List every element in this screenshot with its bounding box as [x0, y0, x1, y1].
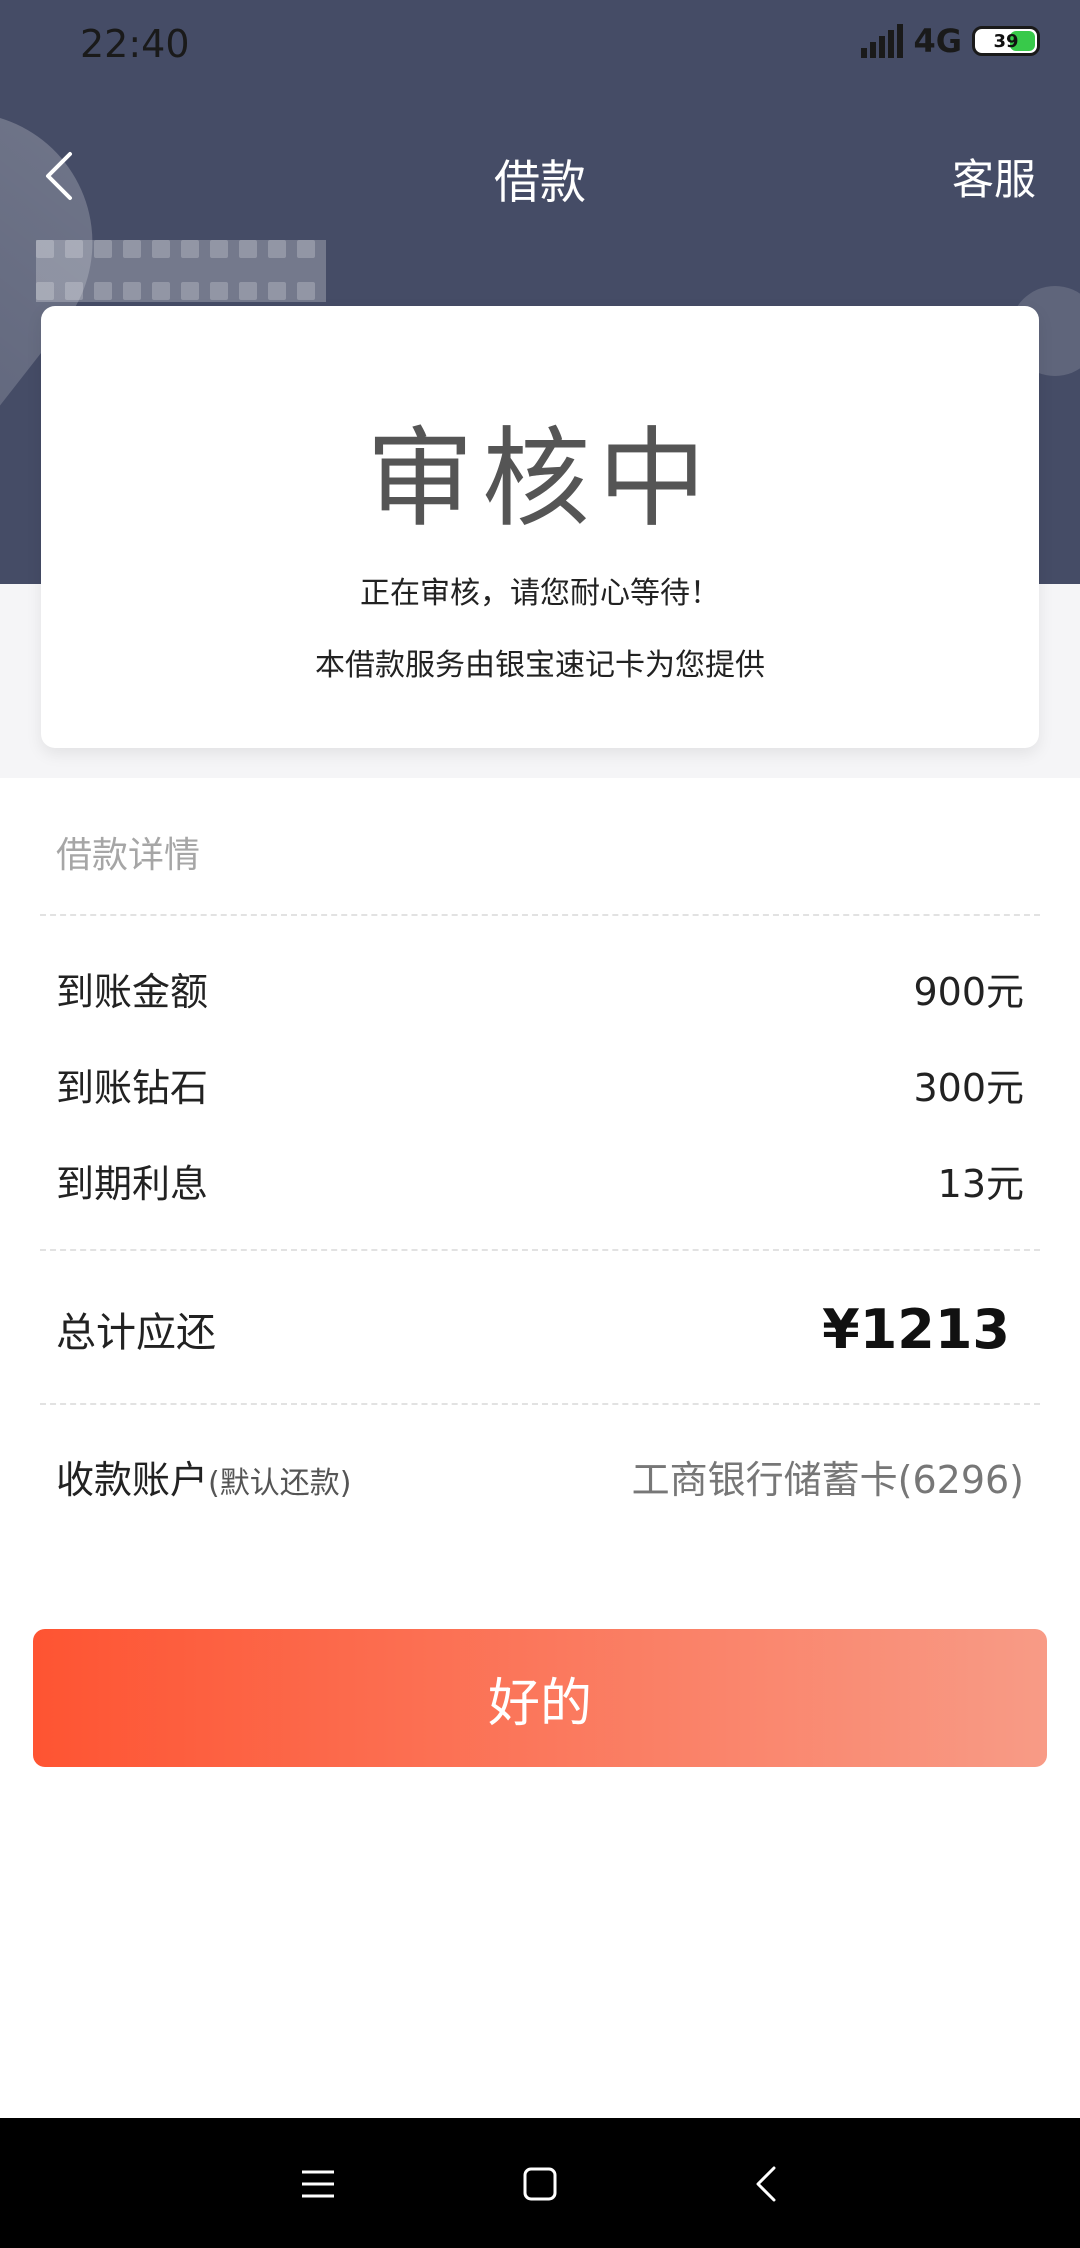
- detail-row-amount: 到账金额 900元: [56, 958, 1024, 1018]
- details-section-title: 借款详情: [56, 835, 201, 876]
- system-navigation-bar: [0, 2118, 1080, 2248]
- account-value: 工商银行储蓄卡(6296): [631, 1457, 1024, 1502]
- review-status-card: 审核中 正在审核，请您耐心等待！ 本借款服务由银宝速记卡为您提供: [41, 306, 1039, 748]
- detail-label: 到期利息: [56, 1161, 209, 1206]
- divider: [40, 1249, 1040, 1251]
- detail-row-interest: 到期利息 13元: [56, 1150, 1024, 1210]
- status-title: 审核中: [365, 417, 714, 542]
- account-row: 收款账户(默认还款) 工商银行储蓄卡(6296): [56, 1444, 1024, 1508]
- account-note: (默认还款): [208, 1465, 352, 1501]
- home-square-icon: [523, 2167, 557, 2201]
- menu-icon: [302, 2170, 334, 2198]
- detail-value: 13元: [937, 1161, 1024, 1206]
- account-label: 收款账户: [56, 1457, 209, 1502]
- detail-value: 900元: [913, 969, 1024, 1014]
- provider-text: 本借款服务由银宝速记卡为您提供: [315, 648, 765, 683]
- battery-icon: 39: [972, 26, 1040, 56]
- page-title: 借款: [494, 155, 586, 209]
- total-value: ¥1213: [822, 1297, 1010, 1361]
- total-label: 总计应还: [56, 1310, 216, 1356]
- ok-button[interactable]: 好的: [33, 1629, 1047, 1767]
- detail-value: 300元: [913, 1065, 1024, 1110]
- battery-level: 39: [993, 30, 1019, 52]
- status-message: 正在审核，请您耐心等待！: [360, 576, 720, 611]
- divider: [40, 1403, 1040, 1405]
- detail-label: 到账金额: [56, 969, 209, 1014]
- home-button[interactable]: [510, 2154, 570, 2214]
- back-arrow-icon: [756, 2166, 776, 2202]
- network-label: 4G: [913, 22, 962, 60]
- system-back-button[interactable]: [736, 2154, 796, 2214]
- total-row: 总计应还 ¥1213: [56, 1294, 1010, 1364]
- divider: [40, 914, 1040, 916]
- status-indicators: 4G 39: [861, 22, 1040, 60]
- decorative-dot-grid: [36, 240, 326, 302]
- signal-icon: [861, 24, 904, 58]
- status-time: 22:40: [80, 22, 190, 66]
- detail-label: 到账钻石: [56, 1065, 209, 1110]
- account-label-group: 收款账户(默认还款): [56, 1449, 351, 1504]
- menu-button[interactable]: [288, 2154, 348, 2214]
- detail-row-diamonds: 到账钻石 300元: [56, 1054, 1024, 1114]
- customer-service-button[interactable]: 客服: [952, 146, 1036, 207]
- status-bar: 22:40 4G 39: [0, 0, 1080, 90]
